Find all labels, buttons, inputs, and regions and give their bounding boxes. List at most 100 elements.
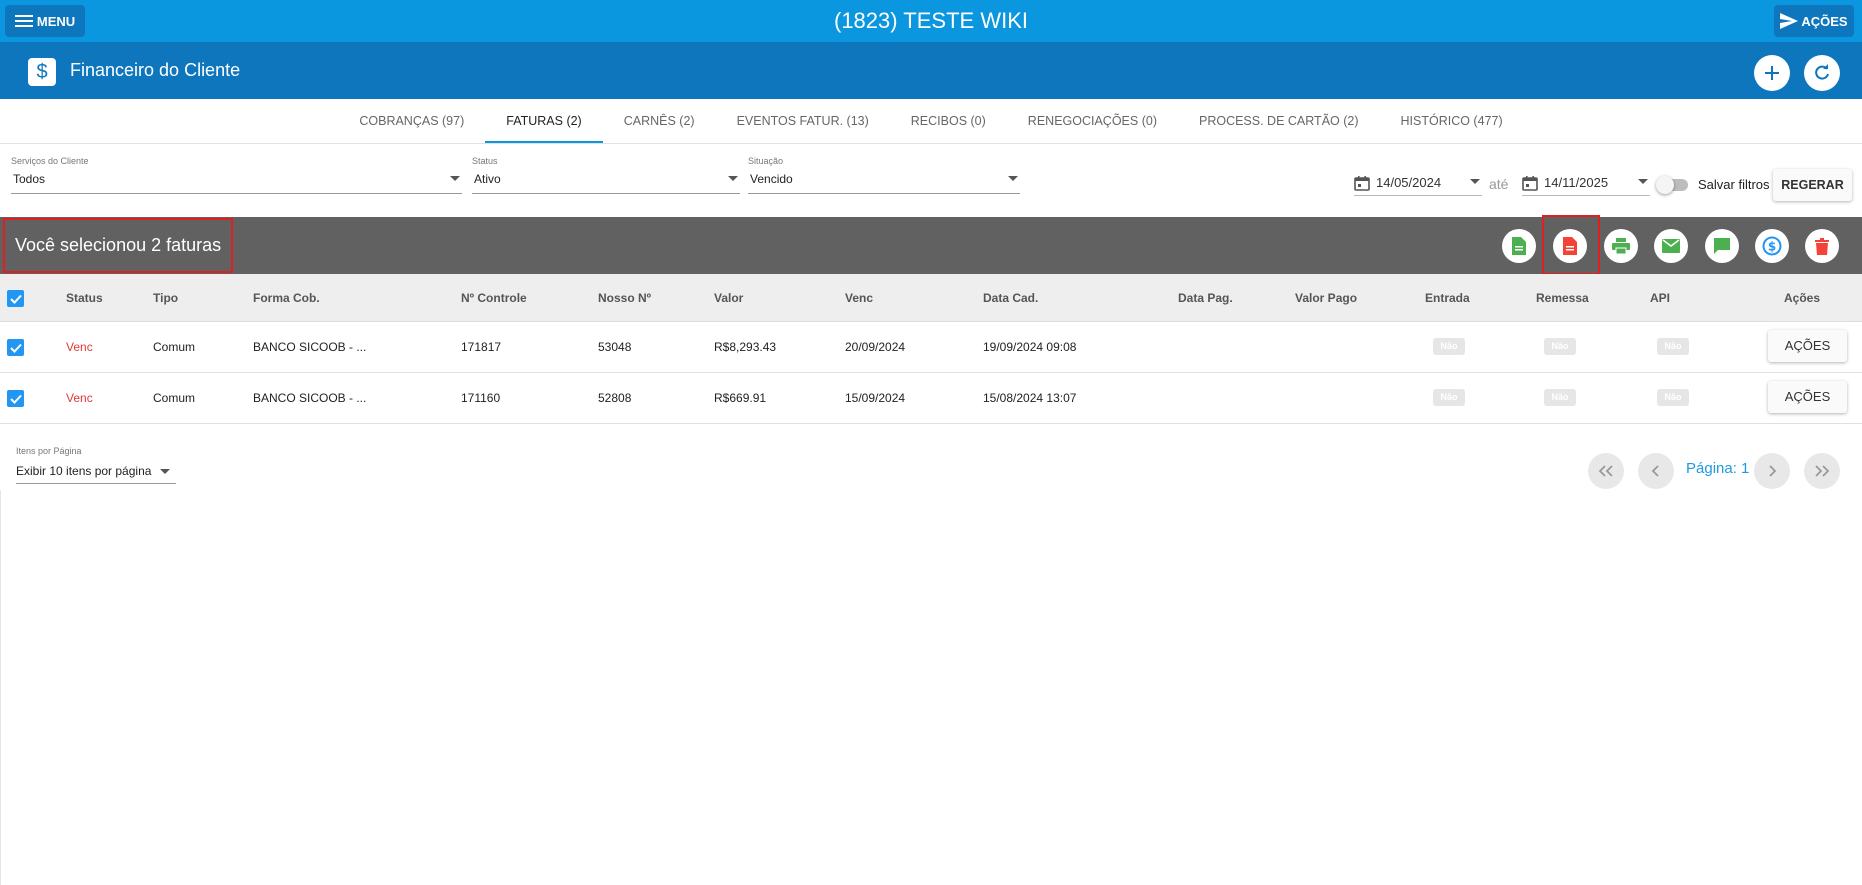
last-page-button[interactable]: [1804, 453, 1840, 489]
document-green-icon: [1512, 237, 1526, 255]
print-button[interactable]: [1604, 229, 1638, 263]
row-checkbox[interactable]: [7, 339, 24, 356]
prev-page-button[interactable]: [1638, 453, 1674, 489]
dropdown-caret-icon: [1008, 176, 1018, 181]
col-controle[interactable]: Nº Controle: [461, 291, 527, 305]
situacao-select[interactable]: Vencido: [748, 170, 1020, 194]
row-status: Venc: [66, 340, 93, 354]
page-indicator: Página: 1: [1686, 460, 1750, 477]
check-icon: [9, 294, 22, 304]
col-data-pag[interactable]: Data Pag.: [1178, 291, 1233, 305]
trash-icon: [1815, 237, 1829, 255]
situacao-filter[interactable]: Situação Vencido: [748, 156, 1020, 194]
col-tipo[interactable]: Tipo: [153, 291, 178, 305]
check-icon: [9, 394, 22, 404]
send-icon: [1780, 13, 1799, 29]
next-page-button[interactable]: [1754, 453, 1790, 489]
regerar-button[interactable]: REGERAR: [1773, 169, 1852, 201]
dropdown-caret-icon: [1470, 179, 1480, 184]
tab-bar: COBRANÇAS (97) FATURAS (2) CARNÊS (2) EV…: [0, 99, 1862, 144]
add-button[interactable]: [1754, 55, 1790, 91]
calendar-icon: [1354, 175, 1370, 191]
row-tipo: Comum: [153, 391, 196, 405]
calendar-icon: [1522, 175, 1538, 191]
row-status: Venc: [66, 391, 93, 405]
col-data-cad[interactable]: Data Cad.: [983, 291, 1038, 305]
email-button[interactable]: [1654, 229, 1688, 263]
per-page-value: Exibir 10 itens por página: [16, 464, 152, 478]
tab-faturas[interactable]: FATURAS (2): [485, 99, 604, 143]
col-valor[interactable]: Valor: [714, 291, 743, 305]
message-button[interactable]: [1705, 229, 1739, 263]
col-valor-pago[interactable]: Valor Pago: [1295, 291, 1357, 305]
row-nosso-numero: 53048: [598, 340, 632, 354]
col-forma-cob[interactable]: Forma Cob.: [253, 291, 320, 305]
per-page-label: Itens por Página: [16, 446, 82, 456]
row-entrada-badge: Não: [1433, 389, 1465, 406]
select-all-checkbox[interactable]: [7, 290, 24, 307]
printer-icon: [1612, 238, 1630, 254]
first-page-button[interactable]: [1588, 453, 1624, 489]
tab-renegociacoes[interactable]: RENEGOCIAÇÕES (0): [1007, 99, 1178, 143]
status-select[interactable]: Ativo: [472, 170, 740, 194]
page-header: $ Financeiro do Cliente: [0, 42, 1862, 99]
date-from-value: 14/05/2024: [1376, 175, 1442, 190]
date-from-field[interactable]: 14/05/2024: [1354, 170, 1482, 196]
tab-recibos[interactable]: RECIBOS (0): [890, 99, 1007, 143]
tab-carnes[interactable]: CARNÊS (2): [603, 99, 716, 143]
row-data-cad: 15/08/2024 13:07: [983, 391, 1077, 405]
col-venc[interactable]: Venc: [845, 291, 873, 305]
tab-cobrancas[interactable]: COBRANÇAS (97): [338, 99, 485, 143]
plus-icon: [1765, 66, 1779, 80]
salvar-filtros-toggle[interactable]: [1656, 176, 1688, 194]
date-to-value: 14/11/2025: [1544, 175, 1609, 190]
col-status[interactable]: Status: [66, 291, 103, 305]
app-title: (1823) TESTE WIKI: [834, 8, 1028, 33]
dropdown-caret-icon: [1638, 179, 1648, 184]
col-nosso-numero[interactable]: Nosso Nº: [598, 291, 651, 305]
servicos-label: Serviços do Cliente: [11, 156, 89, 166]
acoes-top-label: AÇÕES: [1801, 13, 1848, 29]
col-remessa[interactable]: Remessa: [1536, 291, 1589, 305]
row-nosso-numero: 52808: [598, 391, 632, 405]
tab-historico[interactable]: HISTÓRICO (477): [1380, 99, 1524, 143]
chevron-right-icon: [1769, 465, 1777, 477]
col-entrada[interactable]: Entrada: [1425, 291, 1470, 305]
row-valor: R$669.91: [714, 391, 767, 405]
per-page-select[interactable]: Exibir 10 itens por página: [16, 460, 176, 484]
dollar-circle-icon: $: [1762, 236, 1782, 256]
generate-document-button[interactable]: [1502, 229, 1536, 263]
row-venc: 20/09/2024: [845, 340, 906, 354]
row-api-badge: Não: [1657, 389, 1689, 406]
tab-eventos-fatur[interactable]: EVENTOS FATUR. (13): [716, 99, 890, 143]
row-checkbox[interactable]: [7, 390, 24, 407]
acoes-top-button[interactable]: AÇÕES: [1774, 5, 1854, 37]
servicos-filter[interactable]: Serviços do Cliente Todos: [11, 156, 462, 194]
servicos-value: Todos: [13, 172, 46, 186]
payment-button[interactable]: $: [1755, 229, 1789, 263]
table-row[interactable]: Venc Comum BANCO SICOOB - ... 171160 528…: [0, 373, 1862, 424]
delete-button[interactable]: [1805, 229, 1839, 263]
row-remessa-badge: Não: [1544, 338, 1576, 355]
row-venc: 15/09/2024: [845, 391, 906, 405]
chevron-left-icon: [1651, 465, 1659, 477]
toggle-knob: [1656, 176, 1674, 194]
table-row[interactable]: Venc Comum BANCO SICOOB - ... 171817 530…: [0, 322, 1862, 373]
tab-process-cartao[interactable]: PROCESS. DE CARTÃO (2): [1178, 99, 1380, 143]
status-filter[interactable]: Status Ativo: [472, 156, 740, 194]
email-icon: [1662, 239, 1680, 253]
row-acoes-button[interactable]: AÇÕES: [1768, 330, 1847, 362]
ate-label: até: [1489, 176, 1509, 192]
row-controle: 171160: [461, 391, 501, 405]
row-acoes-button[interactable]: AÇÕES: [1768, 381, 1847, 413]
row-controle: 171817: [461, 340, 502, 354]
servicos-select[interactable]: Todos: [11, 170, 462, 194]
date-to-field[interactable]: 14/11/2025: [1522, 170, 1650, 196]
col-api[interactable]: API: [1650, 291, 1670, 305]
row-tipo: Comum: [153, 340, 196, 354]
row-valor: R$8,293.43: [714, 340, 777, 354]
left-border: [0, 490, 1, 885]
status-value: Ativo: [474, 172, 501, 186]
dropdown-caret-icon: [728, 176, 738, 181]
refresh-button[interactable]: [1804, 55, 1840, 91]
